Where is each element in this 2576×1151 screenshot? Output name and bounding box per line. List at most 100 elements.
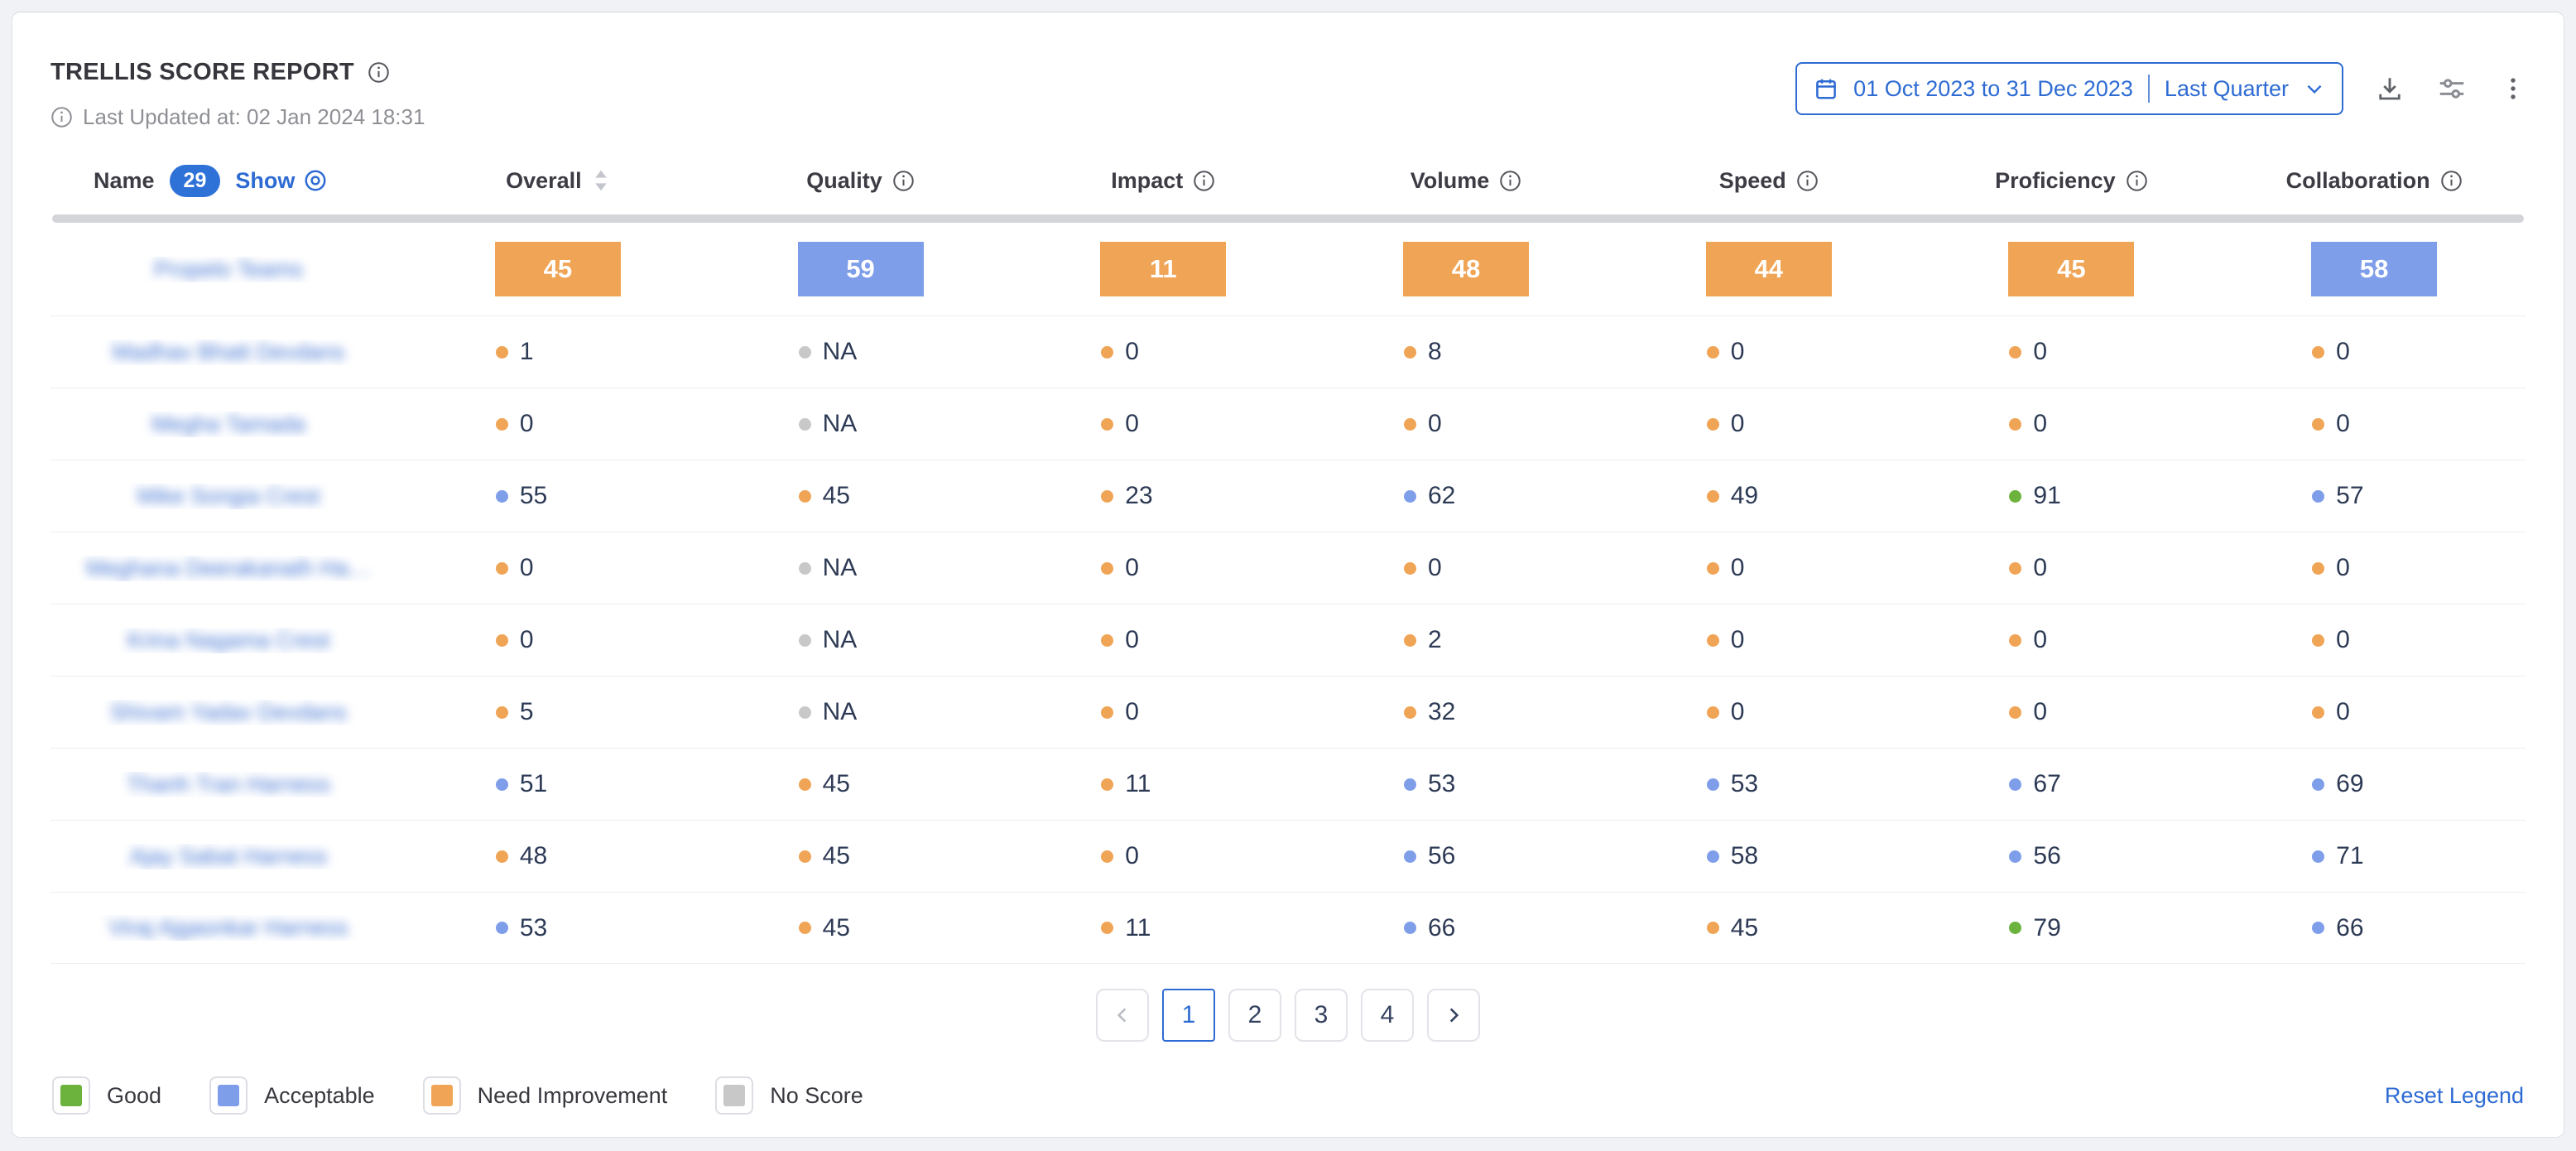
download-button[interactable]: [2375, 74, 2405, 104]
column-header-quality[interactable]: Quality: [709, 168, 1012, 194]
score-cell: 0: [1920, 554, 2223, 582]
score-value-group: 0: [1101, 338, 1225, 366]
score-cell: 0: [406, 626, 709, 654]
score-value-group: 48: [496, 842, 620, 870]
score-cell: 57: [2223, 482, 2526, 510]
score-status-dot: [2312, 346, 2324, 359]
column-header-proficiency[interactable]: Proficiency: [1920, 168, 2223, 194]
name-header-label: Name: [94, 168, 155, 194]
info-icon: [1193, 170, 1215, 192]
pagination-next-button[interactable]: [1427, 989, 1480, 1042]
kebab-menu-button[interactable]: [2499, 75, 2527, 103]
legend-item-need-improvement[interactable]: Need Improvement: [423, 1076, 668, 1115]
score-value-group: 0: [496, 626, 620, 654]
column-header-impact[interactable]: Impact: [1012, 168, 1314, 194]
score-status-dot: [2009, 706, 2021, 719]
score-value-group: 11: [1101, 770, 1225, 798]
score-value-group: 51: [496, 770, 620, 798]
score-status-dot: [1404, 778, 1416, 791]
legend-item-no-score[interactable]: No Score: [715, 1076, 863, 1115]
score-value-group: 8: [1404, 338, 1528, 366]
score-value: 0: [2033, 626, 2047, 654]
score-cell: NA: [709, 698, 1012, 726]
score-cell: 23: [1012, 482, 1314, 510]
score-cell: 45: [709, 770, 1012, 798]
column-header-label: Proficiency: [1995, 168, 2116, 194]
score-status-dot: [2009, 490, 2021, 503]
score-cell: 0: [1314, 554, 1617, 582]
pagination-prev-button[interactable]: [1096, 989, 1149, 1042]
score-badge: 48: [1403, 242, 1529, 296]
score-value-group: 0: [2009, 698, 2133, 726]
table-row: Viraj Ajgaonkar Harness53451166457966: [50, 892, 2526, 964]
score-status-dot: [1404, 562, 1416, 575]
row-name-link[interactable]: Viraj Ajgaonkar Harness: [50, 915, 406, 941]
row-name-text: Madhav Bhatt Devdans: [113, 340, 345, 365]
score-value: 0: [2033, 698, 2047, 726]
score-value: 45: [823, 770, 850, 798]
legend-item-acceptable[interactable]: Acceptable: [209, 1076, 375, 1115]
score-status-dot: [496, 346, 508, 359]
row-name-link[interactable]: Propelo Teams: [50, 257, 406, 282]
legend-swatch-color: [60, 1085, 82, 1106]
score-value-group: 0: [1101, 842, 1225, 870]
header-controls: 01 Oct 2023 to 31 Dec 2023 Last Quarter: [1795, 62, 2527, 115]
score-cell: 59: [709, 242, 1012, 296]
pagination-page-3[interactable]: 3: [1295, 989, 1348, 1042]
score-value: 45: [1731, 914, 1758, 942]
pagination-page-1[interactable]: 1: [1162, 989, 1215, 1042]
score-value: 0: [2033, 554, 2047, 582]
score-value: 0: [1428, 554, 1442, 582]
score-value: 2: [1428, 626, 1442, 654]
score-value: NA: [823, 698, 858, 726]
score-cell: 0: [1012, 410, 1314, 438]
row-name-link[interactable]: Mike Songia Crest: [50, 484, 406, 509]
column-header-collaboration[interactable]: Collaboration: [2223, 168, 2526, 194]
score-badge: 58: [2311, 242, 2437, 296]
score-status-dot: [799, 850, 811, 863]
date-range-picker[interactable]: 01 Oct 2023 to 31 Dec 2023 Last Quarter: [1795, 62, 2343, 115]
column-header-overall[interactable]: Overall: [406, 168, 709, 194]
column-header-label: Speed: [1719, 168, 1786, 194]
score-cell: 11: [1012, 242, 1314, 296]
row-name-text: Propelo Teams: [154, 257, 303, 282]
row-name-link[interactable]: Madhav Bhatt Devdans: [50, 340, 406, 365]
show-names-toggle[interactable]: Show: [235, 168, 328, 194]
score-value-group: 62: [1404, 482, 1528, 510]
table-row: Thanh Tran Harness51451153536769: [50, 748, 2526, 820]
score-status-dot: [2312, 562, 2324, 575]
pagination-page-4[interactable]: 4: [1361, 989, 1414, 1042]
score-value: 51: [520, 770, 547, 798]
score-status-dot: [2312, 418, 2324, 431]
score-cell: 56: [1920, 842, 2223, 870]
score-status-dot: [496, 706, 508, 719]
score-cell: 0: [406, 410, 709, 438]
score-status-dot: [1707, 706, 1719, 719]
row-name-link[interactable]: Shivam Yadav Devdans: [50, 700, 406, 725]
score-value-group: 58: [1707, 842, 1831, 870]
score-value-group: 2: [1404, 626, 1528, 654]
reset-legend-link[interactable]: Reset Legend: [2385, 1083, 2524, 1109]
title-info-icon[interactable]: [368, 61, 390, 84]
score-cell: 49: [1617, 482, 1920, 510]
column-header-speed[interactable]: Speed: [1617, 168, 1920, 194]
score-value-group: 71: [2312, 842, 2436, 870]
score-value-group: 0: [2312, 338, 2436, 366]
row-name-link[interactable]: Krina Nagama Crest: [50, 628, 406, 653]
legend-item-good[interactable]: Good: [52, 1076, 161, 1115]
score-value-group: NA: [799, 626, 923, 654]
pagination-page-2[interactable]: 2: [1228, 989, 1281, 1042]
score-value: 0: [1731, 626, 1745, 654]
kebab-menu-icon: [2499, 75, 2527, 103]
settings-sliders-button[interactable]: [2436, 73, 2468, 104]
column-header-volume[interactable]: Volume: [1314, 168, 1617, 194]
score-cell: 0: [1012, 698, 1314, 726]
row-name-link[interactable]: Megha Tamada: [50, 412, 406, 437]
row-name-text: Megha Tamada: [151, 412, 305, 437]
horizontal-scrollbar[interactable]: [52, 214, 2524, 223]
score-value: 0: [1731, 698, 1745, 726]
row-name-link[interactable]: Thanh Tran Harness: [50, 772, 406, 797]
legend-swatch-color: [431, 1085, 453, 1106]
row-name-link[interactable]: Ajay Sabat Harness: [50, 844, 406, 869]
row-name-link[interactable]: Meghana Deerakanath Ha…: [50, 556, 406, 581]
